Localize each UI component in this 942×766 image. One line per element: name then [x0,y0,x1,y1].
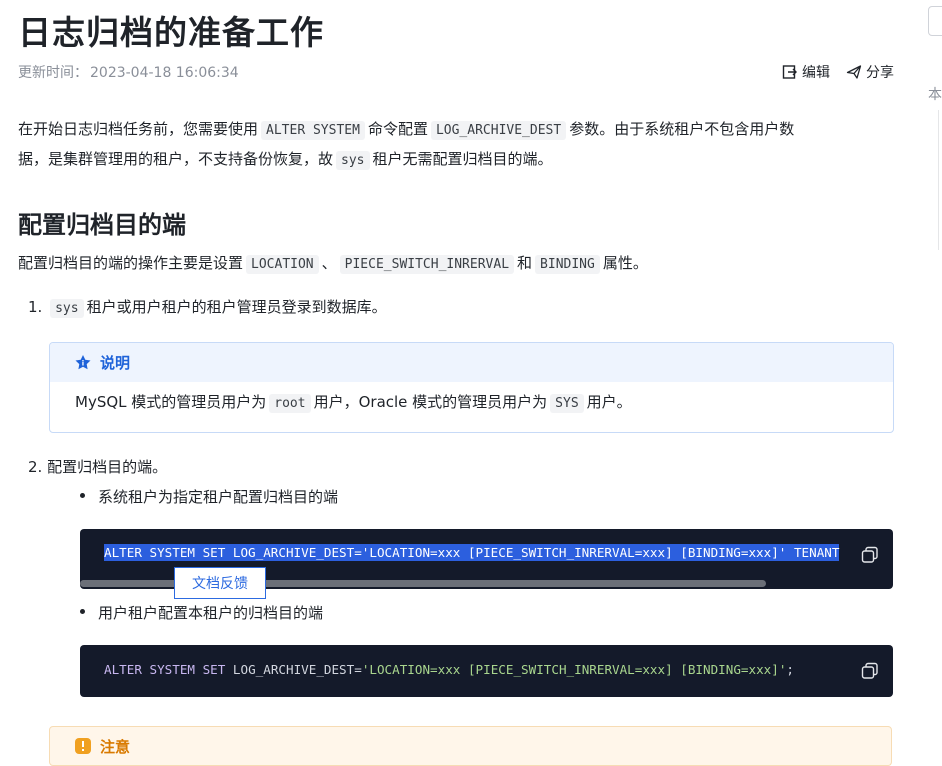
intro-paragraph: 在开始日志归档任务前，您需要使用 ALTER SYSTEM 命令配置 LOG_ARCH… [18,115,794,175]
inline-code: SYS [550,394,584,413]
right-panel-edge: 本 [928,0,942,750]
inline-code: BINDING [535,255,600,274]
desc-text: 属性。 [602,254,648,272]
inline-code: ALTER SYSTEM [261,121,365,140]
note-callout: i 说明 MySQL 模式的管理员用户为 root 用户，Oracle 模式的管理员… [49,342,894,433]
code-line-selected[interactable]: ALTER SYSTEM SET LOG_ARCHIVE_DEST='LOCAT… [104,544,840,561]
note-text: MySQL 模式的管理员用户为 [75,393,267,411]
toc-label: 本 [928,87,942,103]
copy-button[interactable] [857,658,883,684]
share-label: 分享 [866,65,894,81]
step-2: 2. 配置归档目的端。 [28,453,167,482]
code-string: 'LOCATION=xxx [PIECE_SWITCH_INRERVAL=xxx… [361,662,787,677]
bullet-item: 用户租户配置本租户的归档目的端 [80,602,323,623]
intro-text: 租户无需配置归档目的端。 [372,150,553,168]
code-terminator: ; [786,662,795,677]
caution-callout: 注意 [49,726,892,766]
code-block-2: ALTER SYSTEM SET LOG_ARCHIVE_DEST='LOCAT… [80,645,893,697]
inline-code: LOG_ARCHIVE_DEST [430,121,567,140]
code-line[interactable]: ALTER SYSTEM SET LOG_ARCHIVE_DEST='LOCAT… [104,662,794,677]
step-number: 1. [28,298,43,316]
update-time: 更新时间： 2023-04-18 16:06:34 [18,62,239,82]
code-identifier: LOG_ARCHIVE_DEST= [225,662,362,677]
inline-code: sys [336,151,370,170]
update-time-value: 2023-04-18 16:06:34 [90,65,239,81]
code-keyword: ALTER SYSTEM SET [104,662,226,677]
inline-code: root [269,394,311,413]
note-body: MySQL 模式的管理员用户为 root 用户，Oracle 模式的管理员用户为 SY… [75,391,632,413]
intro-text: 命令配置 [367,120,428,138]
share-icon [846,65,862,79]
edit-icon [782,65,797,79]
copy-button[interactable] [857,542,883,568]
inline-code: LOCATION [246,255,319,274]
copy-icon [861,662,878,679]
section-heading: 配置归档目的端 [18,211,186,239]
bullet-text: 系统租户为指定租户配置归档目的端 [98,488,339,506]
bullet-item: 系统租户为指定租户配置归档目的端 [80,486,338,507]
note-title: 说明 [100,354,131,372]
inline-code: PIECE_SWITCH_INRERVAL [339,255,515,274]
note-text: 用户，Oracle 模式的管理员用户为 [313,393,548,411]
inline-code: sys [50,299,84,318]
toc-rule [938,110,939,250]
bullet-text: 用户租户配置本租户的归档目的端 [98,604,324,622]
step-text: 配置归档目的端。 [47,458,168,476]
desc-text: 和 [517,254,533,272]
step-text: 租户或用户租户的租户管理员登录到数据库。 [86,298,387,316]
desc-text: 、 [321,254,337,272]
note-text: 用户。 [586,393,632,411]
intro-text: 据，是集群管理用的租户，不支持备份恢复，故 [18,150,334,168]
page-title: 日志归档的准备工作 [18,13,324,52]
svg-text:i: i [82,359,84,367]
note-header: i 说明 [50,343,893,382]
warning-icon [75,738,91,754]
update-time-label: 更新时间： [18,65,88,81]
share-button[interactable]: 分享 [846,62,894,82]
edit-label: 编辑 [802,65,830,81]
panel-toggle-button[interactable] [928,6,942,36]
copy-icon [861,546,878,563]
edit-button[interactable]: 编辑 [782,62,830,82]
step-1: 1. sys 租户或用户租户的租户管理员登录到数据库。 [28,293,387,323]
desc-text: 配置归档目的端的操作主要是设置 [18,254,244,272]
caution-title: 注意 [100,737,131,756]
doc-actions: 编辑 分享 [782,62,894,82]
intro-text: 在开始日志归档任务前，您需要使用 [18,120,259,138]
intro-text: 参数。由于系统租户不包含用户数 [569,120,795,138]
section-description: 配置归档目的端的操作主要是设置 LOCATION、 PIECE_SWITCH_INR… [18,249,648,279]
info-star-icon: i [75,354,91,369]
step-number: 2. [28,458,43,476]
feedback-button[interactable]: 文档反馈 [174,567,266,599]
